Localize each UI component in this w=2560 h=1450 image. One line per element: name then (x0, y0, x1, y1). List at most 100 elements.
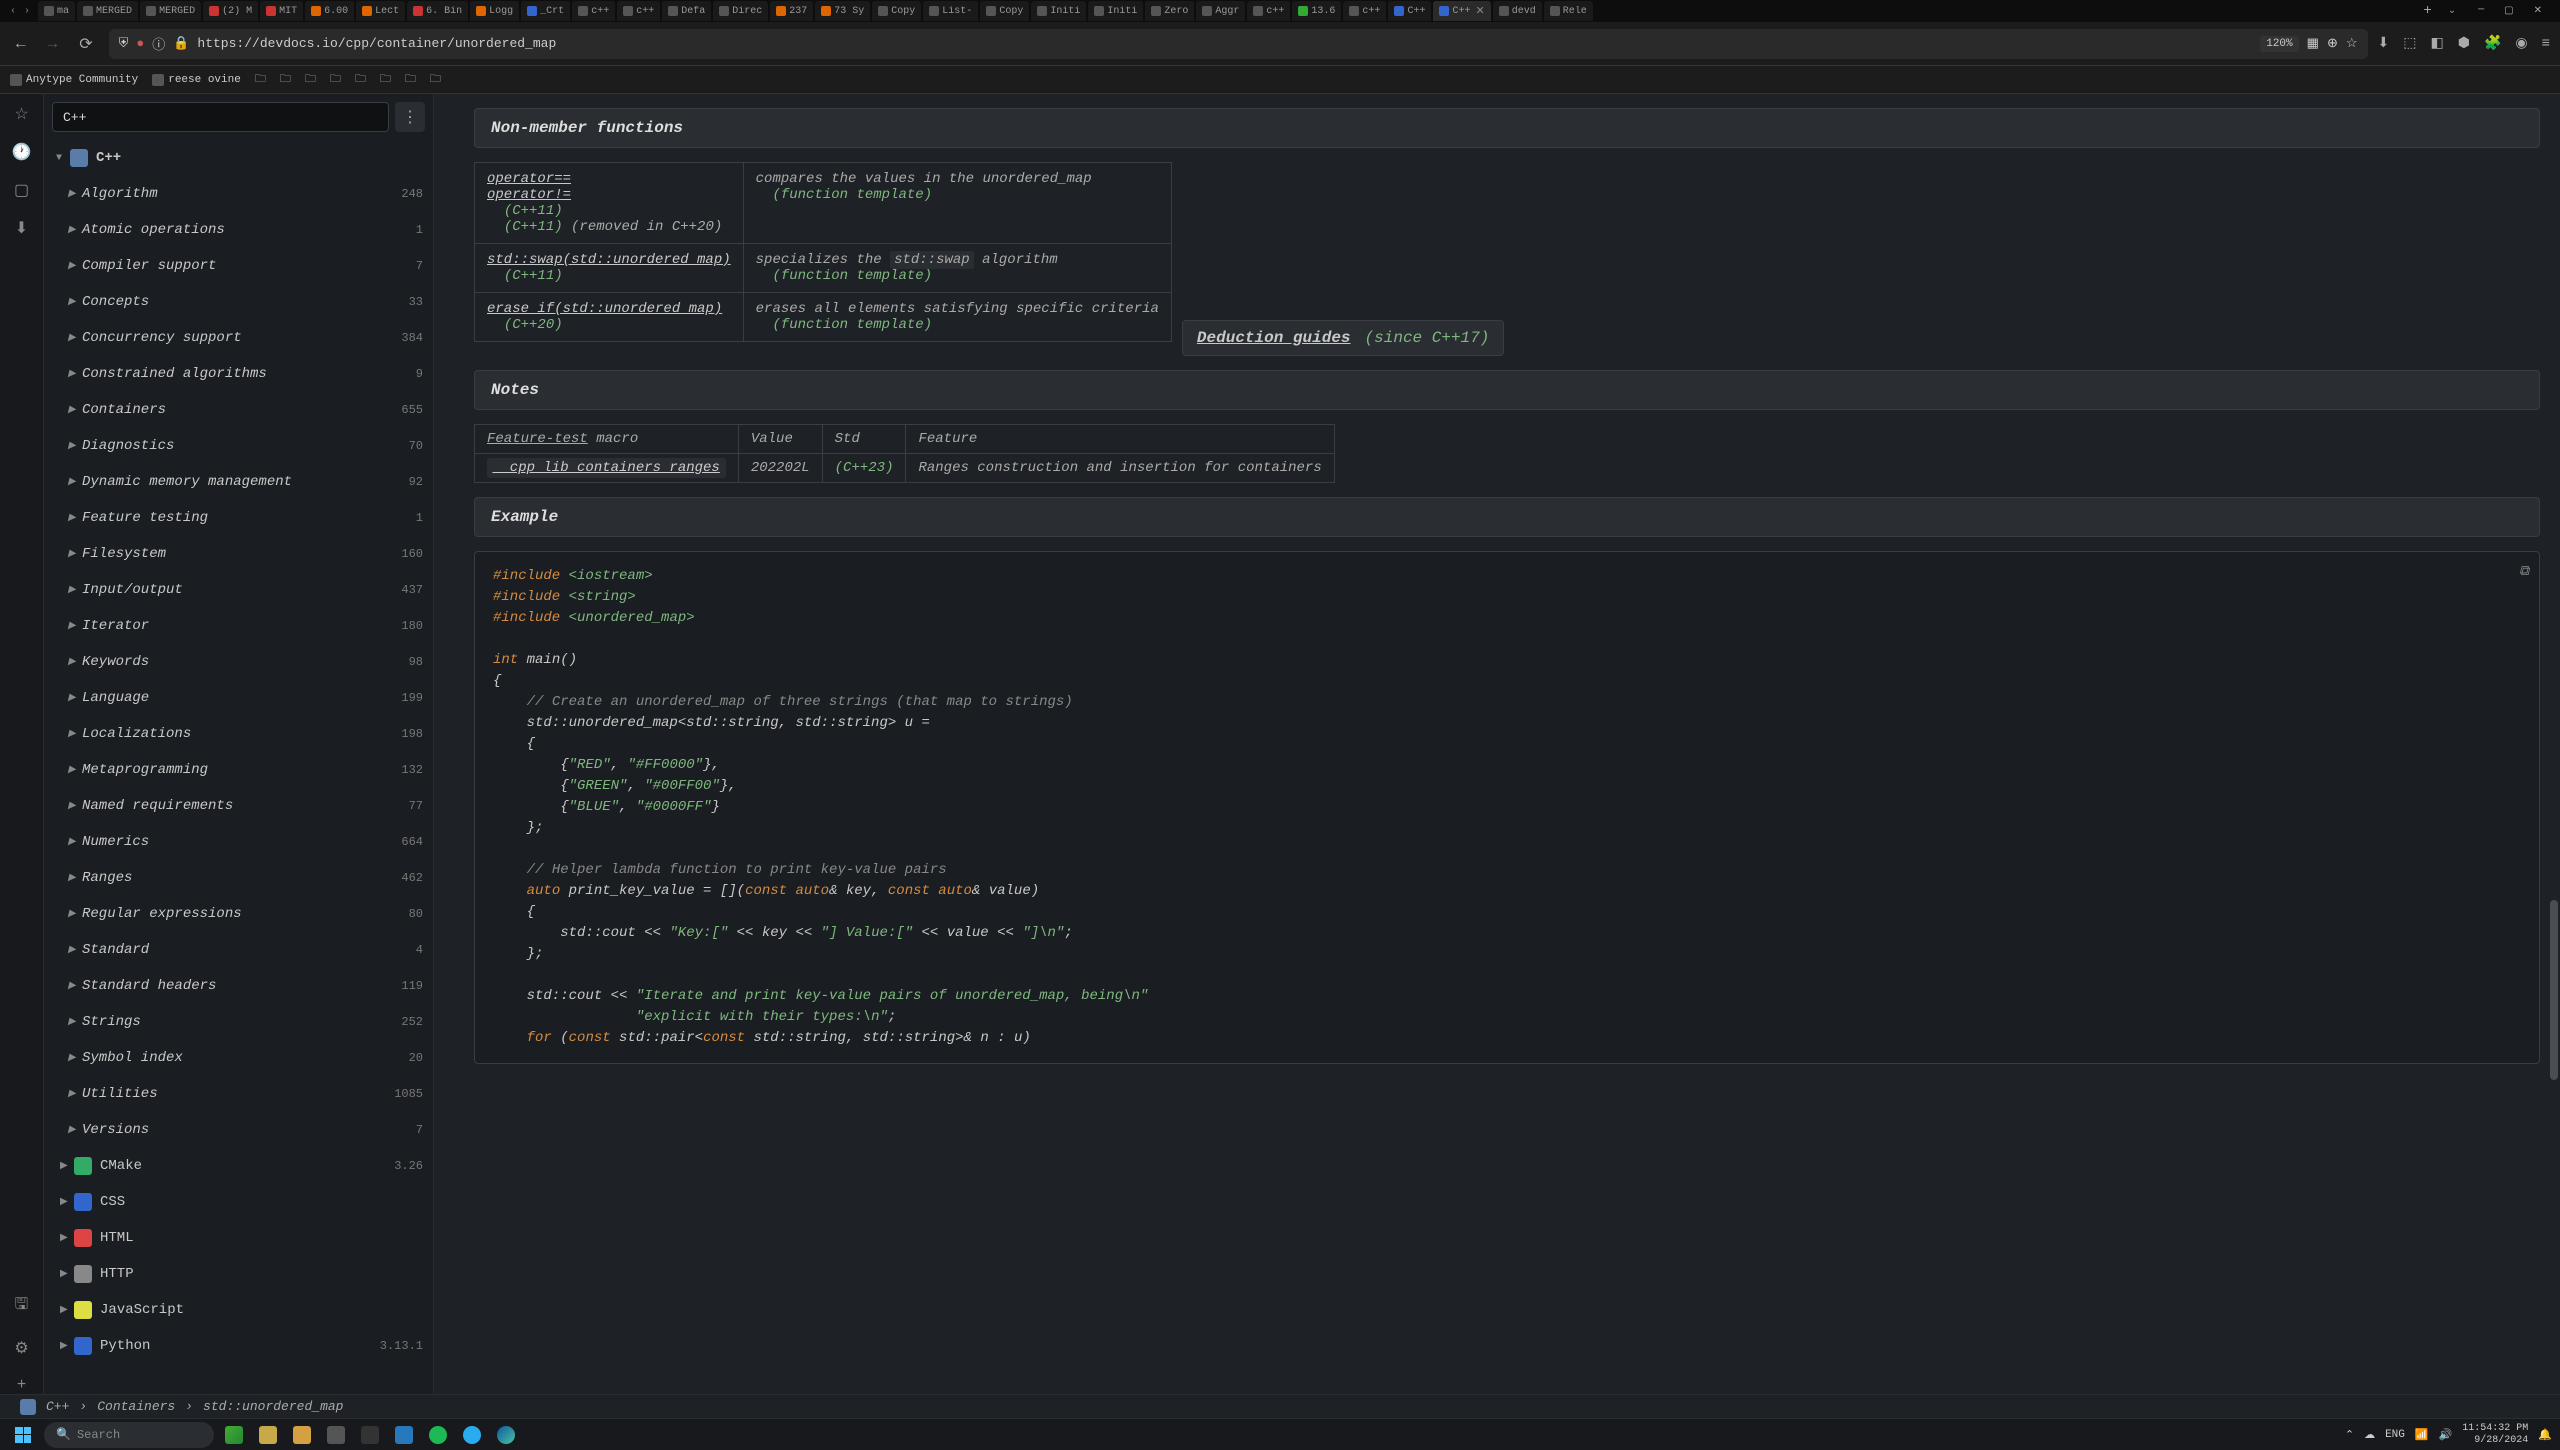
new-tab-button[interactable]: + (2415, 1, 2439, 21)
tree-item[interactable]: ▶Containers655 (44, 392, 433, 428)
browser-tab[interactable]: Copy (872, 1, 921, 21)
tree-item[interactable]: ▶Filesystem160 (44, 536, 433, 572)
folder-icon[interactable]: 🗀 (380, 70, 391, 89)
browser-tab[interactable]: Zero (1145, 1, 1194, 21)
reader-icon[interactable]: ▦ (2307, 36, 2319, 51)
browser-tab[interactable]: c++ (1343, 1, 1386, 21)
star-icon[interactable]: ☆ (14, 104, 28, 124)
close-button[interactable]: ✕ (2534, 5, 2542, 17)
tree-item[interactable]: ▶Constrained algorithms9 (44, 356, 433, 392)
settings-icon[interactable]: ⚙ (14, 1338, 28, 1358)
extension2-icon[interactable]: ◧ (2430, 35, 2443, 52)
browser-tab[interactable]: Logg (470, 1, 519, 21)
folder-icon[interactable]: 🗀 (305, 70, 316, 89)
tree-lang-item[interactable]: ▶CSS (44, 1184, 433, 1220)
extension-icon[interactable]: ⬚ (2403, 35, 2416, 52)
bookmark-star-icon[interactable]: ☆ (2346, 36, 2358, 51)
tray-volume-icon[interactable]: 🔊 (2439, 1428, 2453, 1442)
task-terminal[interactable] (356, 1422, 384, 1448)
crumb-containers[interactable]: Containers (97, 1399, 175, 1414)
tree-item[interactable]: ▶Input/output437 (44, 572, 433, 608)
browser-tab[interactable]: 73 Sy (815, 1, 870, 21)
browser-tab[interactable]: MIT (260, 1, 303, 21)
tree-item[interactable]: ▶Numerics664 (44, 824, 433, 860)
tree-item[interactable]: ▶Named requirements77 (44, 788, 433, 824)
zoom-indicator[interactable]: 120% (2260, 36, 2298, 52)
tree-item[interactable]: ▶Standard headers119 (44, 968, 433, 1004)
maximize-button[interactable]: ▢ (2504, 5, 2513, 17)
tree-lang-item[interactable]: ▶HTTP (44, 1256, 433, 1292)
tree-item[interactable]: ▶Algorithm248 (44, 176, 433, 212)
folder-icon[interactable]: 🗀 (280, 70, 291, 89)
browser-tab[interactable]: Defa (662, 1, 711, 21)
folder-icon[interactable]: 🗀 (255, 70, 266, 89)
tree-item[interactable]: ▶Iterator180 (44, 608, 433, 644)
browser-tab[interactable]: MERGED (77, 1, 138, 21)
browser-tab[interactable]: Copy (980, 1, 1029, 21)
back-button[interactable]: ← (10, 31, 32, 57)
browser-tab[interactable]: (2) M (203, 1, 258, 21)
tree-item[interactable]: ▶Strings252 (44, 1004, 433, 1040)
search-input[interactable] (52, 102, 389, 132)
func-cell[interactable]: std::swap(std::unordered_map) (C++11) (475, 244, 744, 293)
tray-lang[interactable]: ENG (2385, 1429, 2405, 1441)
folder-icon[interactable]: 🗀 (405, 70, 416, 89)
tree-item[interactable]: ▶Ranges462 (44, 860, 433, 896)
tray-wifi-icon[interactable]: 📶 (2415, 1428, 2429, 1442)
macro-cell[interactable]: __cpp_lib_containers_ranges (475, 454, 739, 483)
browser-tab[interactable]: MERGED (140, 1, 201, 21)
tray-notifications-icon[interactable]: 🔔 (2538, 1428, 2552, 1442)
browser-tab[interactable]: ma (38, 1, 75, 21)
scrollbar[interactable] (2548, 94, 2558, 1394)
tray-cloud-icon[interactable]: ☁ (2364, 1428, 2375, 1442)
browser-tab[interactable]: C++ (1388, 1, 1431, 21)
reload-button[interactable]: ⟳ (73, 30, 98, 58)
tree-item[interactable]: ▶Utilities1085 (44, 1076, 433, 1112)
tab-dropdown[interactable]: ⌄ (2442, 5, 2462, 17)
tree-lang-item[interactable]: ▶CMake3.26 (44, 1148, 433, 1184)
task-edge[interactable] (492, 1422, 520, 1448)
tree-item[interactable]: ▶Localizations198 (44, 716, 433, 752)
func-cell[interactable]: erase_if(std::unordered_map) (C++20) (475, 293, 744, 342)
search-menu-button[interactable]: ⋮ (395, 102, 425, 132)
tree-lang-item[interactable]: ▶JavaScript (44, 1292, 433, 1328)
bookmark-anytype[interactable]: Anytype Community (10, 74, 138, 86)
browser-tab[interactable]: Aggr (1196, 1, 1245, 21)
folder-icon[interactable]: 🗀 (330, 70, 341, 89)
task-app[interactable] (322, 1422, 350, 1448)
task-files[interactable] (288, 1422, 316, 1448)
addons-icon[interactable]: 🧩 (2484, 35, 2501, 52)
browser-tab[interactable]: c++ (617, 1, 660, 21)
tree-item[interactable]: ▶Metaprogramming132 (44, 752, 433, 788)
downloads-icon[interactable]: ⬇ (2378, 35, 2390, 52)
copy-icon[interactable]: ⧉ (2519, 562, 2529, 583)
crumb-cpp[interactable]: C++ (46, 1399, 69, 1414)
tree-item[interactable]: ▶Concepts33 (44, 284, 433, 320)
tree-item[interactable]: ▶Dynamic memory management92 (44, 464, 433, 500)
tree-item[interactable]: ▶Regular expressions80 (44, 896, 433, 932)
browser-tab[interactable]: 6.00 (305, 1, 354, 21)
tree-item[interactable]: ▶Symbol index20 (44, 1040, 433, 1076)
taskbar-search[interactable]: 🔍 Search (44, 1422, 214, 1448)
tree-lang-item[interactable]: ▶Python3.13.1 (44, 1328, 433, 1364)
browser-tab[interactable]: 6. Bin (407, 1, 468, 21)
browser-tab[interactable]: _Crt (521, 1, 570, 21)
tab-prev[interactable]: ‹ (10, 6, 16, 17)
forward-button[interactable]: → (42, 31, 64, 57)
browser-tab[interactable]: Initi (1088, 1, 1143, 21)
save-icon[interactable]: 🖫 (15, 1293, 29, 1320)
folder-icon[interactable]: 🗀 (430, 70, 441, 89)
minimize-button[interactable]: ─ (2478, 5, 2484, 17)
task-explorer[interactable] (254, 1422, 282, 1448)
func-cell[interactable]: operator== operator!= (C++11) (C++11) (r… (475, 163, 744, 244)
crumb-unordered-map[interactable]: std::unordered_map (203, 1399, 343, 1414)
menu-icon[interactable]: ≡ (2542, 36, 2550, 52)
folder-icon[interactable]: 🗀 (355, 70, 366, 89)
clock[interactable]: 11:54:32 PM 9/28/2024 (2462, 1423, 2528, 1447)
browser-tab[interactable]: devd (1493, 1, 1542, 21)
account-icon[interactable]: ◉ (2515, 35, 2527, 52)
tab-next[interactable]: › (24, 6, 30, 17)
deduction-guides-box[interactable]: Deduction guides (since C++17) (1182, 320, 1504, 356)
tree-item[interactable]: ▶Keywords98 (44, 644, 433, 680)
download-icon[interactable]: ⬇ (15, 218, 28, 238)
